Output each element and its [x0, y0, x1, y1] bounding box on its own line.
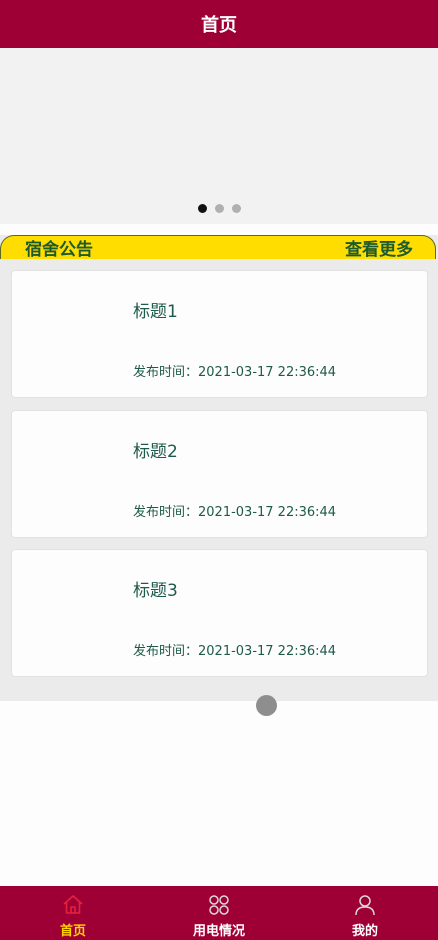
notice-card-time: 发布时间：2021-03-17 22:36:44 — [133, 505, 337, 520]
carousel-dot[interactable] — [214, 204, 224, 213]
tab-home[interactable]: 首页 — [0, 886, 146, 940]
loading-indicator — [256, 695, 277, 716]
carousel-dot[interactable] — [197, 204, 207, 213]
user-icon — [355, 895, 375, 916]
notice-card-title: 标题1 — [133, 302, 178, 322]
grid-icon — [209, 895, 229, 915]
notice-header: 宿舍公告 查看更多 — [0, 235, 436, 260]
notice-section: 宿舍公告 查看更多 标题1 发布时间：2021-03-17 22:36:44 标… — [0, 235, 438, 701]
tab-mine[interactable]: 我的 — [292, 886, 438, 940]
notice-card-title: 标题2 — [133, 442, 178, 462]
notice-card[interactable]: 标题2 发布时间：2021-03-17 22:36:44 — [11, 410, 428, 538]
page-header: 首页 — [0, 0, 438, 48]
notice-card-title: 标题3 — [133, 581, 178, 601]
notice-card[interactable]: 标题3 发布时间：2021-03-17 22:36:44 — [11, 549, 428, 677]
tab-electricity[interactable]: 用电情况 — [146, 886, 292, 940]
notice-title: 宿舍公告 — [25, 240, 93, 260]
carousel-indicators — [0, 204, 438, 213]
banner-carousel[interactable] — [0, 48, 438, 224]
home-icon — [63, 895, 83, 914]
notice-card-time: 发布时间：2021-03-17 22:36:44 — [133, 365, 337, 380]
bottom-tab-bar: 首页 用电情况 我的 — [0, 886, 438, 940]
page-title: 首页 — [201, 15, 237, 36]
tab-label: 首页 — [59, 924, 86, 939]
notice-card-time: 发布时间：2021-03-17 22:36:44 — [133, 644, 337, 659]
tab-label: 我的 — [351, 924, 378, 939]
view-more-link[interactable]: 查看更多 — [345, 235, 413, 260]
tab-label: 用电情况 — [192, 924, 245, 939]
notice-card[interactable]: 标题1 发布时间：2021-03-17 22:36:44 — [11, 270, 428, 398]
carousel-dot[interactable] — [231, 204, 241, 213]
